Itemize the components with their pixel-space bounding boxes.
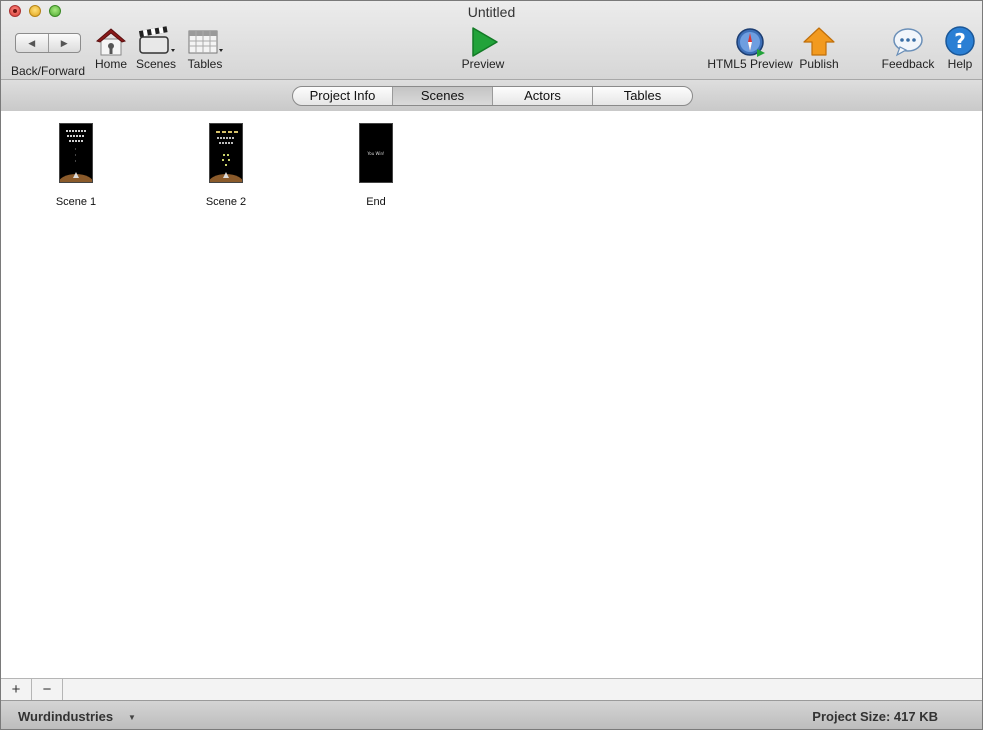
upload-arrow-icon [803,27,835,56]
svg-text:?: ? [954,29,966,53]
team-selector[interactable]: Wurdindustries [18,709,113,724]
question-mark-icon: ? [945,26,975,56]
help-label: Help [947,57,973,71]
scenes-menu-button[interactable]: Scenes [134,25,178,71]
publish-button[interactable]: Publish [797,25,841,71]
html5-preview-button[interactable]: HTML5 Preview [706,25,794,71]
tab-tables[interactable]: Tables [592,87,692,105]
home-label: Home [94,57,127,71]
back-forward-label: Back/Forward [10,64,86,78]
home-button[interactable]: Home [91,25,131,71]
tab-actors[interactable]: Actors [492,87,592,105]
preview-button[interactable]: Preview [459,25,507,71]
back-arrow-icon[interactable]: ◀ [16,34,48,52]
app-window: Untitled ◀ ▶ Back/Forward Home Scenes Ta… [0,0,983,730]
add-remove-bar: + − [1,678,982,701]
feedback-label: Feedback [881,57,935,71]
publish-label: Publish [799,57,839,71]
tab-project-info[interactable]: Project Info [293,87,392,105]
scene-name: Scene 2 [205,196,247,208]
project-size-label: Project Size: 417 KB [812,709,938,724]
help-button[interactable]: ? Help [941,25,979,71]
speech-bubble-icon [893,28,923,57]
add-scene-button[interactable]: + [1,679,32,700]
scene-item[interactable]: Scene 1 [31,123,121,208]
scene-name: Scene 1 [55,196,97,208]
compass-globe-icon [736,28,765,57]
scene-item[interactable]: You Win! End [331,123,421,208]
feedback-button[interactable]: Feedback [881,25,935,71]
tables-label: Tables [187,57,223,71]
chevron-down-icon[interactable]: ▼ [128,713,136,722]
window-title: Untitled [467,4,516,20]
remove-scene-button[interactable]: − [32,679,63,700]
section-segmented-control: Project Info Scenes Actors Tables [292,86,693,106]
html5-preview-label: HTML5 Preview [707,57,793,71]
clapperboard-icon [138,26,175,54]
preview-label: Preview [461,57,505,71]
title-toolbar: Untitled ◀ ▶ Back/Forward Home Scenes Ta… [1,1,982,79]
scene-name: End [366,196,386,208]
table-grid-icon [188,30,223,54]
scenes-grid: Scene 1 Scene 2 You Win! End [1,111,982,677]
scenes-label: Scenes [135,57,177,71]
status-bar: Wurdindustries ▼ Project Size: 417 KB [1,700,982,729]
scene-item[interactable]: Scene 2 [181,123,271,208]
home-icon [96,28,126,56]
back-forward-control: ◀ ▶ Back/Forward [9,25,87,78]
section-tab-bar: Project Info Scenes Actors Tables [1,79,982,112]
thumbnail-text: You Win! [366,151,384,156]
tab-scenes[interactable]: Scenes [392,87,492,105]
scene-thumbnail[interactable] [59,123,93,183]
scene-thumbnail[interactable]: You Win! [359,123,393,183]
forward-arrow-icon[interactable]: ▶ [47,34,81,52]
scene-thumbnail[interactable] [209,123,243,183]
play-icon [472,27,498,57]
tables-menu-button[interactable]: Tables [183,25,227,71]
